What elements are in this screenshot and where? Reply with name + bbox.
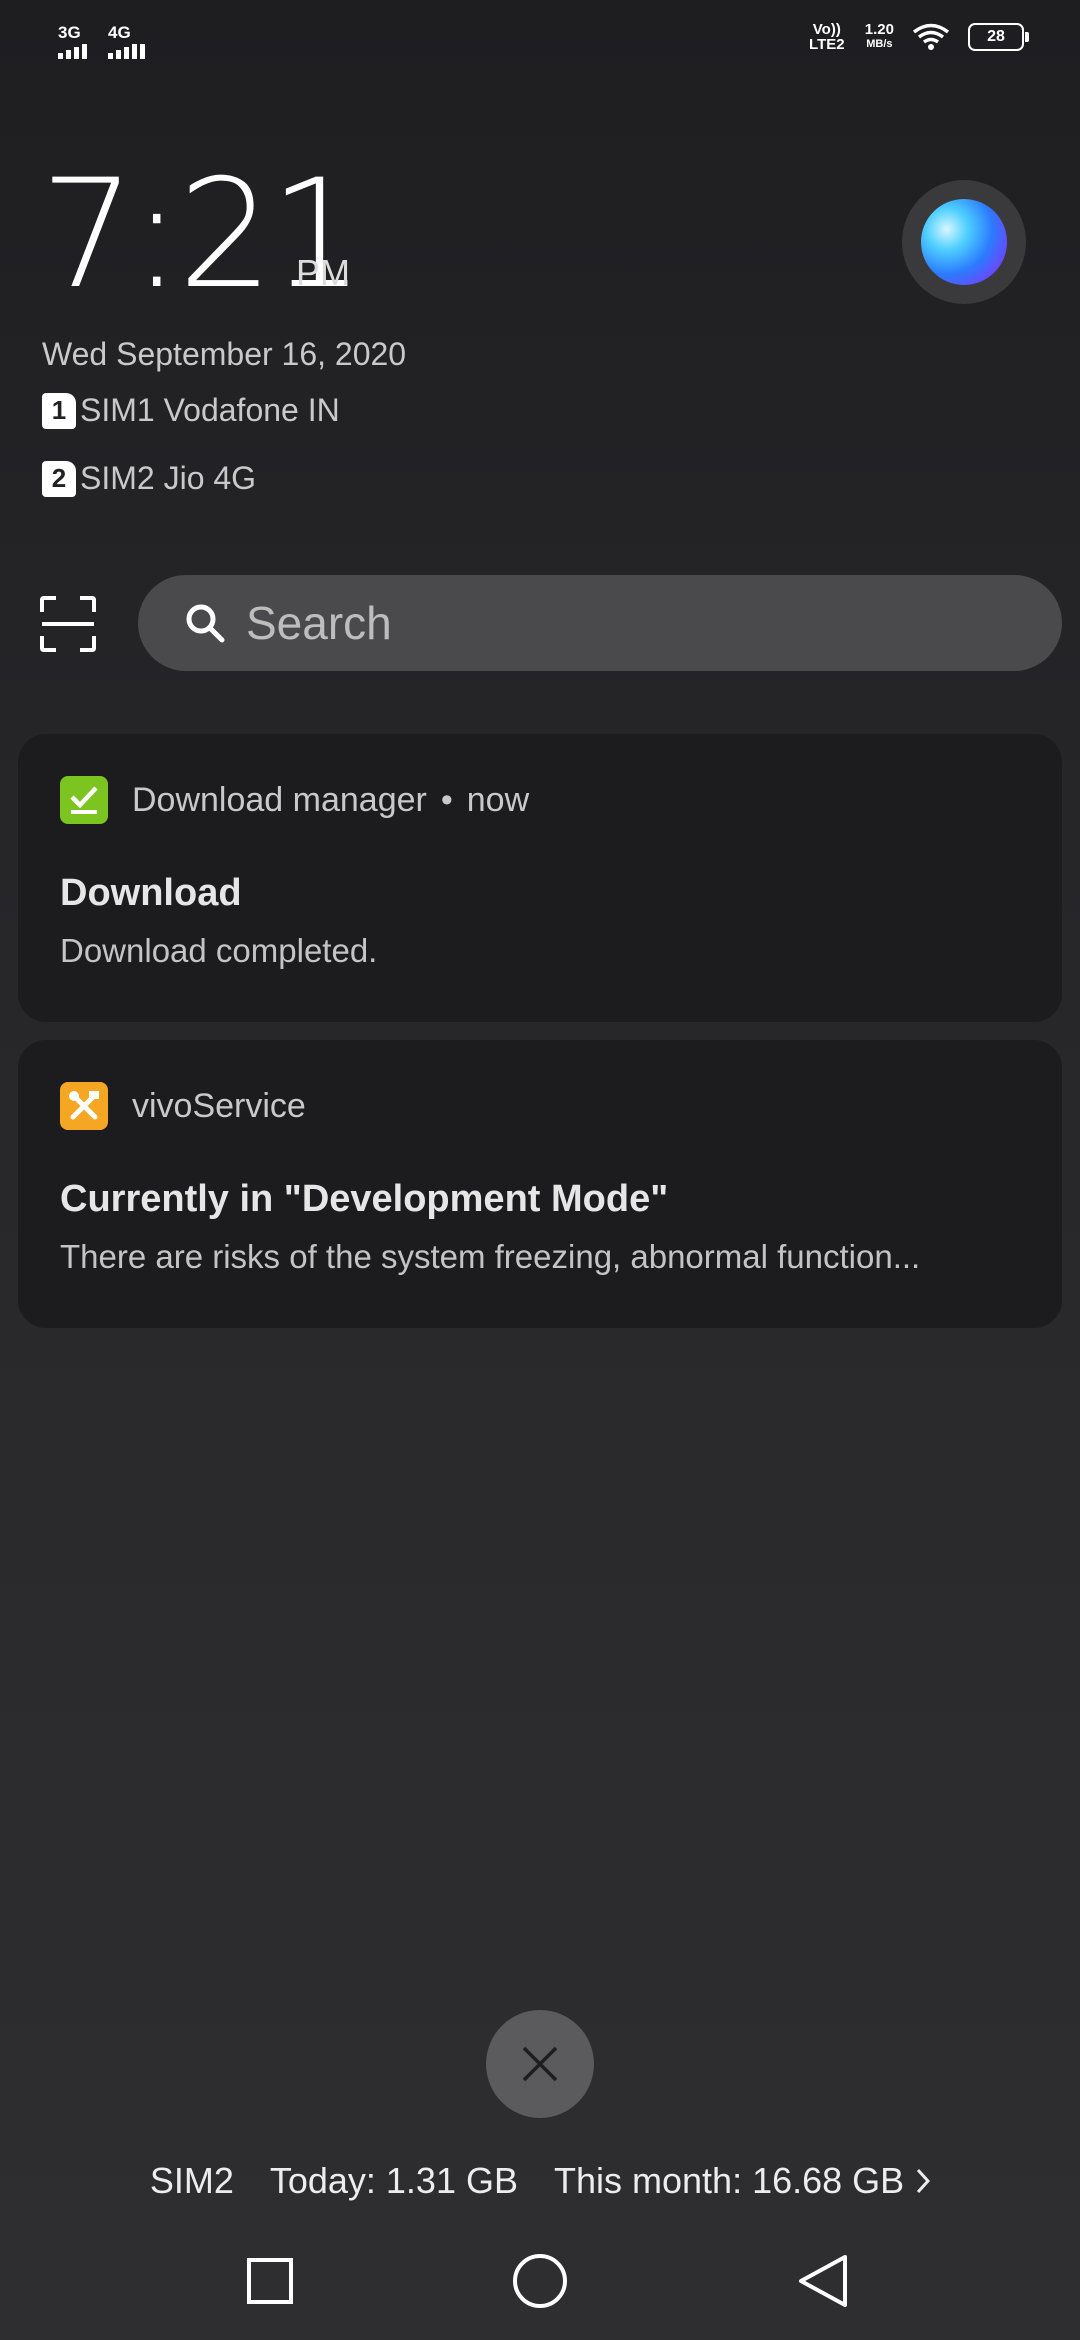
tools-icon xyxy=(60,1082,108,1130)
search-bar[interactable] xyxy=(138,575,1062,671)
status-right: Vo)) LTE2 1.20 MB/s 28 xyxy=(807,21,1029,53)
wifi-icon xyxy=(912,23,950,50)
sim2-badge-icon: 2 xyxy=(42,460,76,497)
scan-icon[interactable] xyxy=(40,596,96,652)
signal-bars-icon xyxy=(108,43,145,59)
clear-all-button[interactable] xyxy=(486,2010,594,2118)
notification-download[interactable]: Download manager • now Download Download… xyxy=(18,734,1062,1022)
square-icon xyxy=(247,2258,293,2304)
separator-dot: • xyxy=(440,780,453,819)
assistant-orb-icon xyxy=(921,199,1007,285)
search-icon xyxy=(186,604,225,643)
notification-title: Download xyxy=(60,872,242,914)
data-usage-sim: SIM2 xyxy=(149,2160,234,2201)
sim2-signal: 4G xyxy=(108,24,145,59)
status-bar: 3G 4G Vo)) LTE2 1.20 MB/s 28 xyxy=(0,0,1080,90)
notification-body: There are risks of the system freezing, … xyxy=(60,1238,921,1275)
recents-button[interactable] xyxy=(234,2245,306,2317)
date-label[interactable]: Wed September 16, 2020 xyxy=(42,336,406,373)
notification-title: Currently in "Development Mode" xyxy=(60,1178,669,1220)
notification-app-name: Download manager xyxy=(132,780,427,819)
sim1-operator-label: SIM1 Vodafone IN xyxy=(80,392,340,428)
notification-header: vivoService xyxy=(60,1082,306,1130)
back-button[interactable] xyxy=(786,2245,858,2317)
sim2-network-type: 4G xyxy=(108,23,131,42)
signal-bars-icon xyxy=(58,43,87,59)
chevron-right-icon xyxy=(917,2168,931,2194)
sim2-operator: 2 SIM2 Jio 4G xyxy=(42,460,256,497)
volte-indicator: Vo)) LTE2 xyxy=(809,21,845,53)
notification-time: now xyxy=(466,780,530,819)
data-usage-row[interactable]: SIM2 Today: 1.31 GB This month: 16.68 GB xyxy=(0,2160,1080,2202)
home-button[interactable] xyxy=(504,2245,576,2317)
data-usage-today: Today: 1.31 GB xyxy=(269,2160,518,2201)
assistant-button[interactable] xyxy=(902,180,1026,304)
data-usage-month: This month: 16.68 GB xyxy=(554,2160,931,2202)
sim1-operator: 1 SIM1 Vodafone IN xyxy=(42,392,340,429)
speed-value: 1.20 xyxy=(864,21,894,38)
download-check-icon xyxy=(60,776,108,824)
notification-app-name: vivoService xyxy=(132,1086,306,1125)
sim1-badge-icon: 1 xyxy=(42,392,76,429)
notification-header: Download manager • now xyxy=(60,776,529,824)
notification-vivoservice[interactable]: vivoService Currently in "Development Mo… xyxy=(18,1040,1062,1328)
sim1-signal: 3G xyxy=(58,24,87,59)
close-icon xyxy=(522,2046,558,2082)
data-usage-month-label: This month: 16.68 GB xyxy=(554,2160,905,2201)
clock-ampm: PM xyxy=(296,252,350,293)
back-triangle-icon xyxy=(799,2255,847,2307)
battery-level: 28 xyxy=(987,28,1005,45)
sim1-network-type: 3G xyxy=(58,23,81,42)
search-input[interactable] xyxy=(244,595,948,651)
circle-icon xyxy=(513,2254,567,2308)
speed-unit: MB/s xyxy=(866,38,893,50)
sim2-operator-label: SIM2 Jio 4G xyxy=(80,460,257,496)
battery-icon: 28 xyxy=(968,23,1029,51)
network-speed: 1.20 MB/s xyxy=(865,22,894,52)
notification-body: Download completed. xyxy=(60,932,378,969)
